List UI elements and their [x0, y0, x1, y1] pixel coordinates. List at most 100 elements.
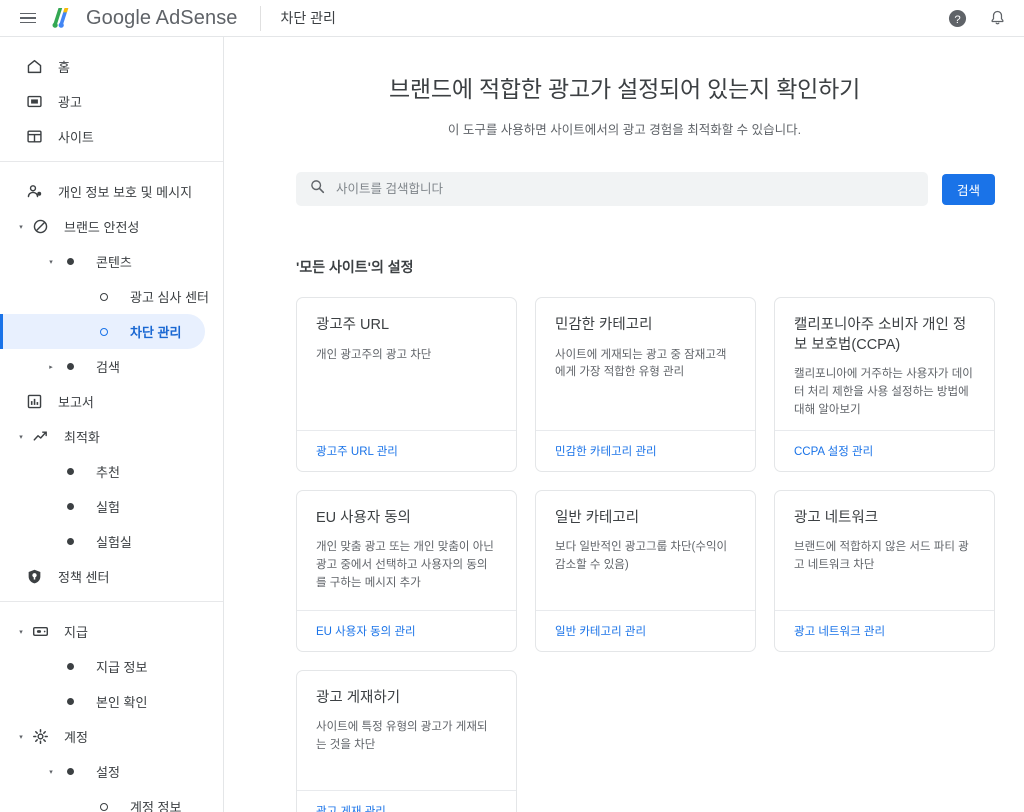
hero-section: 브랜드에 적합한 광고가 설정되어 있는지 확인하기 이 도구를 사용하면 사이…: [225, 37, 1024, 138]
card-description: 개인 맞춤 광고 또는 개인 맞춤이 아닌 광고 중에서 선택하고 사용자의 동…: [316, 541, 494, 589]
chevron-down-icon[interactable]: ▾: [14, 223, 28, 231]
card-title: EU 사용자 동의: [316, 509, 411, 526]
account-gear-icon: [28, 727, 52, 747]
adsense-logo-icon: [52, 6, 78, 30]
sidebar-item-optimization[interactable]: ▾ 최적화: [0, 419, 205, 454]
card-title: 광고 네트워크: [794, 509, 879, 526]
sidebar-item-blocking-controls[interactable]: ▾차단 관리: [0, 314, 205, 349]
page-title: 차단 관리: [280, 10, 336, 26]
card-sensitive-categories: 민감한 카테고리사이트에 게재되는 광고 중 잠재고객에게 가장 적합한 유형 …: [535, 297, 756, 472]
card-manage-link[interactable]: EU 사용자 동의 관리: [316, 626, 416, 638]
card-title: 민감한 카테고리: [555, 317, 653, 333]
hamburger-menu-icon[interactable]: [8, 0, 48, 37]
dot-icon: [58, 692, 82, 712]
payments-cash-icon: [28, 622, 52, 642]
sidebar-item-brand-safety[interactable]: ▾ 브랜드 안전성: [0, 209, 205, 244]
card-title: 광고 게재하기: [316, 689, 401, 706]
sidebar-item-recommendations[interactable]: ▾추천: [0, 454, 205, 489]
sidebar-item-label: 보고서: [58, 395, 94, 410]
card-body: 민감한 카테고리사이트에 게재되는 광고 중 잠재고객에게 가장 적합한 유형 …: [536, 298, 755, 430]
ring-icon: [92, 322, 116, 342]
sidebar-item-label: 최적화: [64, 430, 100, 445]
settings-card-grid: 광고주 URL 개인 광고주의 광고 차단 광고주 URL 관리 민감한 카테고리 사이…: [296, 297, 995, 812]
sidebar-item-label: 광고: [58, 95, 82, 110]
chevron-down-icon[interactable]: ▾: [44, 258, 58, 266]
sidebar-group-0: ▾홈▾광고▾사이트: [0, 45, 223, 161]
card-manage-link[interactable]: CCPA 설정 관리: [794, 446, 873, 458]
card-manage-link[interactable]: 광고주 URL 관리: [316, 446, 398, 458]
bell-icon[interactable]: [986, 7, 1008, 29]
sidebar-item-privacy-messaging[interactable]: ▾개인 정보 보호 및 메시지: [0, 174, 205, 209]
sidebar-item-payments-info[interactable]: ▾지급 정보: [0, 649, 205, 684]
card-manage-link[interactable]: 민감한 카테고리 관리: [555, 446, 657, 458]
search-button[interactable]: 검색: [941, 173, 995, 205]
sidebar-item-payments[interactable]: ▾ 지급: [0, 614, 205, 649]
sidebar-item-ad-review-center[interactable]: ▾광고 심사 센터: [0, 279, 209, 314]
sidebar-item-policy-center[interactable]: ▾정책 센터: [0, 559, 205, 594]
chevron-right-icon[interactable]: ▸: [44, 363, 58, 371]
card-title: 광고주 URL: [316, 317, 390, 333]
search-input[interactable]: [336, 182, 914, 196]
sidebar-item-reports[interactable]: ▾보고서: [0, 384, 205, 419]
card-footer: 광고 네트워크 관리: [775, 609, 994, 651]
card-ccpa: 캘리포니아주 소비자 개인 정보 보호법(CCPA) 캘리포니아에 거주하는 사용…: [774, 297, 995, 472]
sidebar-item-content[interactable]: ▾ 콘텐츠: [0, 244, 205, 279]
main-content: 브랜드에 적합한 광고가 설정되어 있는지 확인하기 이 도구를 사용하면 사이…: [225, 37, 1024, 812]
card-advertiser-url: 광고주 URL 개인 광고주의 광고 차단 광고주 URL 관리: [296, 297, 517, 472]
sidebar-item-account-information[interactable]: ▾계정 정보: [0, 789, 205, 812]
card-manage-link[interactable]: 광고 네트워크 관리: [794, 626, 885, 638]
sidebar-item-label: 설정: [96, 765, 120, 780]
sidebar-item-sites[interactable]: ▾사이트: [0, 119, 205, 154]
sidebar-group-1: ▾개인 정보 보호 및 메시지▾브랜드 안전성▾콘텐츠▾광고 심사 센터▾차단 …: [0, 161, 223, 601]
ring-icon: [92, 797, 116, 812]
dot-icon: [58, 497, 82, 517]
card-eu-user-consent: EU 사용자 동의개인 맞춤 광고 또는 개인 맞춤이 아닌 광고 중에서 선택…: [296, 489, 517, 652]
chevron-down-icon[interactable]: ▾: [14, 733, 28, 741]
card-body: 광고 네트워크브랜드에 적합하지 않은 서드 파티 광고 네트워크 차단: [775, 491, 994, 610]
search-box[interactable]: [296, 172, 928, 206]
card-ad-serving: 광고 게재하기 사이트에 특정 유형의 광고가 게재되는 것을 차단 광고 게재 관…: [296, 669, 517, 812]
card-body: 일반 카테고리보다 일반적인 광고그룹 차단(수익이 감소할 수 있음): [536, 491, 755, 610]
dot-icon: [58, 762, 82, 782]
sites-icon: [22, 127, 46, 147]
chevron-down-icon[interactable]: ▾: [14, 628, 28, 636]
chevron-down-icon[interactable]: ▾: [14, 433, 28, 441]
topbar-divider: [259, 5, 261, 31]
card-description: 캘리포니아에 거주하는 사용자가 데이터 처리 제한을 사용 설정하는 방법에 …: [794, 368, 973, 416]
sidebar-item-experiments[interactable]: ▾실험: [0, 489, 205, 524]
sidebar-item-label: 지급: [64, 625, 88, 640]
sidebar-item-label: 광고 심사 센터: [130, 290, 209, 305]
sidebar-item-search[interactable]: ▸ 검색: [0, 349, 205, 384]
card-description: 사이트에 게재되는 광고 중 잠재고객에게 가장 적합한 유형 관리: [555, 348, 727, 379]
sidebar-item-ads[interactable]: ▾광고: [0, 84, 205, 119]
policy-shield-icon: [22, 567, 46, 587]
card-manage-link[interactable]: 광고 게재 관리: [316, 806, 386, 812]
sidebar-navigation[interactable]: ▾홈▾광고▾사이트▾개인 정보 보호 및 메시지▾브랜드 안전성▾콘텐츠▾광고 …: [0, 37, 224, 812]
search-icon: [310, 179, 325, 199]
sidebar-item-labs[interactable]: ▾실험실: [0, 524, 205, 559]
sidebar-item-identity-verification[interactable]: ▾본인 확인: [0, 684, 205, 719]
help-icon[interactable]: ?: [946, 7, 968, 29]
card-title: 일반 카테고리: [555, 509, 640, 526]
reports-icon: [22, 392, 46, 412]
sidebar-item-settings[interactable]: ▾ 설정: [0, 754, 205, 789]
sidebar-item-label: 계정 정보: [130, 800, 182, 812]
card-body: EU 사용자 동의개인 맞춤 광고 또는 개인 맞춤이 아닌 광고 중에서 선택…: [297, 491, 516, 610]
card-manage-link[interactable]: 일반 카테고리 관리: [555, 626, 646, 638]
brand-logo-group[interactable]: Google AdSense: [52, 6, 238, 30]
card-description: 브랜드에 적합하지 않은 서드 파티 광고 네트워크 차단: [794, 541, 969, 571]
card-description: 보다 일반적인 광고그룹 차단(수익이 감소할 수 있음): [555, 541, 728, 571]
card-general-categories: 일반 카테고리 보다 일반적인 광고그룹 차단(수익이 감소할 수 있음) 일반 카…: [535, 489, 756, 652]
card-footer: CCPA 설정 관리: [775, 429, 994, 471]
sidebar-item-label: 개인 정보 보호 및 메시지: [58, 185, 193, 200]
sidebar-item-label: 정책 센터: [58, 570, 110, 585]
dot-icon: [58, 532, 82, 552]
card-body: 캘리포니아주 소비자 개인 정보 보호법(CCPA) 캘리포니아에 거주하는 사용…: [775, 298, 994, 430]
sidebar-item-label: 지급 정보: [96, 660, 148, 675]
sidebar-group-2: ▾ 지급 ▾지급 정보▾본인 확인 ▾ 계정 ▾ 설정 ▾계정 정보: [0, 601, 223, 812]
sidebar-item-label: 차단 관리: [130, 325, 182, 340]
chevron-down-icon[interactable]: ▾: [44, 768, 58, 776]
sidebar-item-home[interactable]: ▾홈: [0, 49, 205, 84]
sidebar-item-account[interactable]: ▾ 계정: [0, 719, 205, 754]
card-footer: 광고 게재 관리: [297, 789, 516, 812]
